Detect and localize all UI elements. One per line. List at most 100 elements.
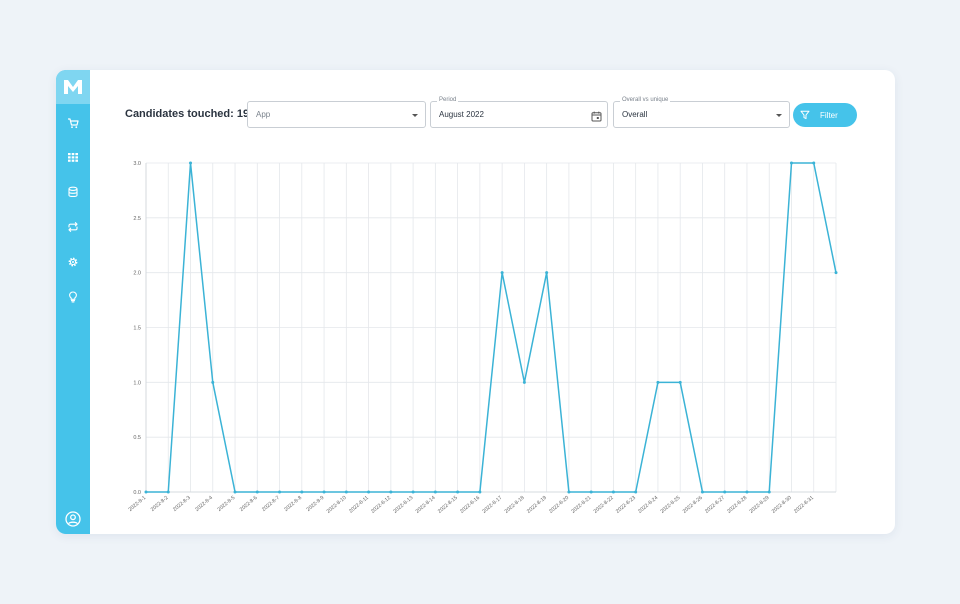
sidebar: [56, 70, 90, 534]
sidebar-item-ideas[interactable]: [64, 288, 82, 306]
data-point: [789, 161, 793, 165]
x-tick-label: 2022-8-18: [504, 495, 526, 515]
y-tick-label: 1.5: [133, 326, 141, 332]
y-tick-label: 0.0: [133, 490, 141, 496]
database-icon: [68, 186, 78, 198]
data-point: [522, 380, 526, 384]
app-window: Candidates touched: 19 App Period August…: [56, 70, 895, 534]
logo-icon: [64, 80, 82, 94]
filter-icon: [800, 110, 810, 120]
x-tick-label: 2022-8-19: [526, 495, 548, 515]
data-point: [344, 490, 348, 494]
x-tick-label: 2022-8-2: [150, 495, 170, 513]
x-tick-label: 2022-8-27: [704, 495, 726, 515]
x-tick-label: 2022-8-13: [392, 495, 414, 515]
x-tick-label: 2022-8-1: [128, 495, 148, 513]
x-tick-label: 2022-8-11: [348, 495, 370, 515]
x-tick-label: 2022-8-10: [326, 495, 348, 515]
x-tick-label: 2022-8-23: [615, 495, 637, 515]
data-point: [367, 490, 371, 494]
period-value: August 2022: [439, 110, 484, 119]
sidebar-item-database[interactable]: [64, 183, 82, 201]
x-tick-label: 2022-8-22: [593, 495, 615, 515]
overall-legend: Overall vs unique: [620, 97, 671, 103]
x-tick-label: 2022-8-17: [481, 495, 503, 515]
overall-value: Overall: [622, 110, 648, 119]
candidates-touched-title: Candidates touched: 19: [125, 108, 250, 120]
x-tick-label: 2022-8-16: [459, 495, 481, 515]
settings-icon: [68, 257, 78, 267]
data-point: [255, 490, 259, 494]
x-tick-label: 2022-8-29: [749, 495, 771, 515]
cart-icon: [68, 118, 79, 129]
x-tick-label: 2022-8-24: [637, 495, 659, 515]
chevron-down-icon: [776, 114, 782, 117]
sidebar-item-repeat[interactable]: [64, 218, 82, 236]
data-point: [189, 161, 193, 165]
data-point: [634, 490, 638, 494]
data-point: [478, 490, 482, 494]
y-tick-label: 1.0: [133, 380, 141, 386]
data-point: [545, 271, 549, 275]
y-tick-label: 0.5: [133, 435, 141, 441]
lightbulb-icon: [69, 291, 77, 303]
overall-vs-unique-select[interactable]: Overall vs unique Overall: [613, 97, 790, 128]
data-point: [812, 161, 816, 165]
x-tick-label: 2022-8-4: [194, 495, 214, 513]
data-point: [723, 490, 727, 494]
x-tick-label: 2022-8-14: [415, 495, 437, 515]
sidebar-item-settings[interactable]: [64, 253, 82, 271]
logo[interactable]: [56, 70, 90, 104]
profile-button[interactable]: [63, 509, 83, 529]
y-tick-label: 2.5: [133, 216, 141, 222]
grid-icon: [68, 153, 78, 162]
app-select-placeholder: App: [256, 110, 271, 119]
x-tick-label: 2022-8-3: [172, 495, 192, 513]
x-tick-label: 2022-8-30: [771, 495, 793, 515]
data-point: [611, 490, 615, 494]
data-point: [144, 490, 148, 494]
x-tick-label: 2022-8-6: [239, 495, 259, 513]
x-tick-label: 2022-8-21: [570, 495, 592, 515]
data-point: [456, 490, 460, 494]
period-legend: Period: [437, 97, 459, 103]
y-tick-label: 2.0: [133, 271, 141, 277]
app-select[interactable]: App: [247, 101, 426, 128]
x-tick-label: 2022-8-26: [682, 495, 704, 515]
data-point: [433, 490, 437, 494]
data-point: [567, 490, 571, 494]
data-point: [211, 380, 215, 384]
x-tick-label: 2022-8-31: [793, 495, 815, 515]
candidates-line-chart: 0.00.51.01.52.02.53.02022-8-1 2022-8-2 202…: [128, 161, 838, 515]
chevron-down-icon: [412, 114, 418, 117]
calendar-icon[interactable]: [591, 109, 602, 127]
data-point: [411, 490, 415, 494]
x-tick-label: 2022-8-12: [370, 495, 392, 515]
x-tick-label: 2022-8-28: [726, 495, 748, 515]
data-point: [656, 380, 660, 384]
data-point: [389, 490, 393, 494]
sidebar-item-grid[interactable]: [64, 148, 82, 166]
data-point: [166, 490, 170, 494]
filter-button-label: Filter: [820, 110, 838, 120]
data-point: [322, 490, 326, 494]
data-point: [767, 490, 771, 494]
data-point: [700, 490, 704, 494]
x-tick-label: 2022-8-7: [261, 495, 281, 513]
filter-button[interactable]: Filter: [793, 103, 857, 127]
data-point: [278, 490, 282, 494]
period-picker[interactable]: Period August 2022: [430, 97, 608, 128]
y-tick-label: 3.0: [133, 161, 141, 167]
x-tick-label: 2022-8-9: [306, 495, 326, 513]
sidebar-item-cart[interactable]: [64, 114, 82, 132]
data-point: [500, 271, 504, 275]
data-point: [300, 490, 304, 494]
x-tick-label: 2022-8-5: [217, 495, 237, 513]
data-point: [233, 490, 237, 494]
x-tick-label: 2022-8-20: [548, 495, 570, 515]
x-tick-label: 2022-8-25: [660, 495, 682, 515]
user-circle-icon: [65, 511, 81, 527]
repeat-icon: [68, 222, 78, 232]
data-point: [745, 490, 749, 494]
x-tick-label: 2022-8-8: [283, 495, 303, 513]
